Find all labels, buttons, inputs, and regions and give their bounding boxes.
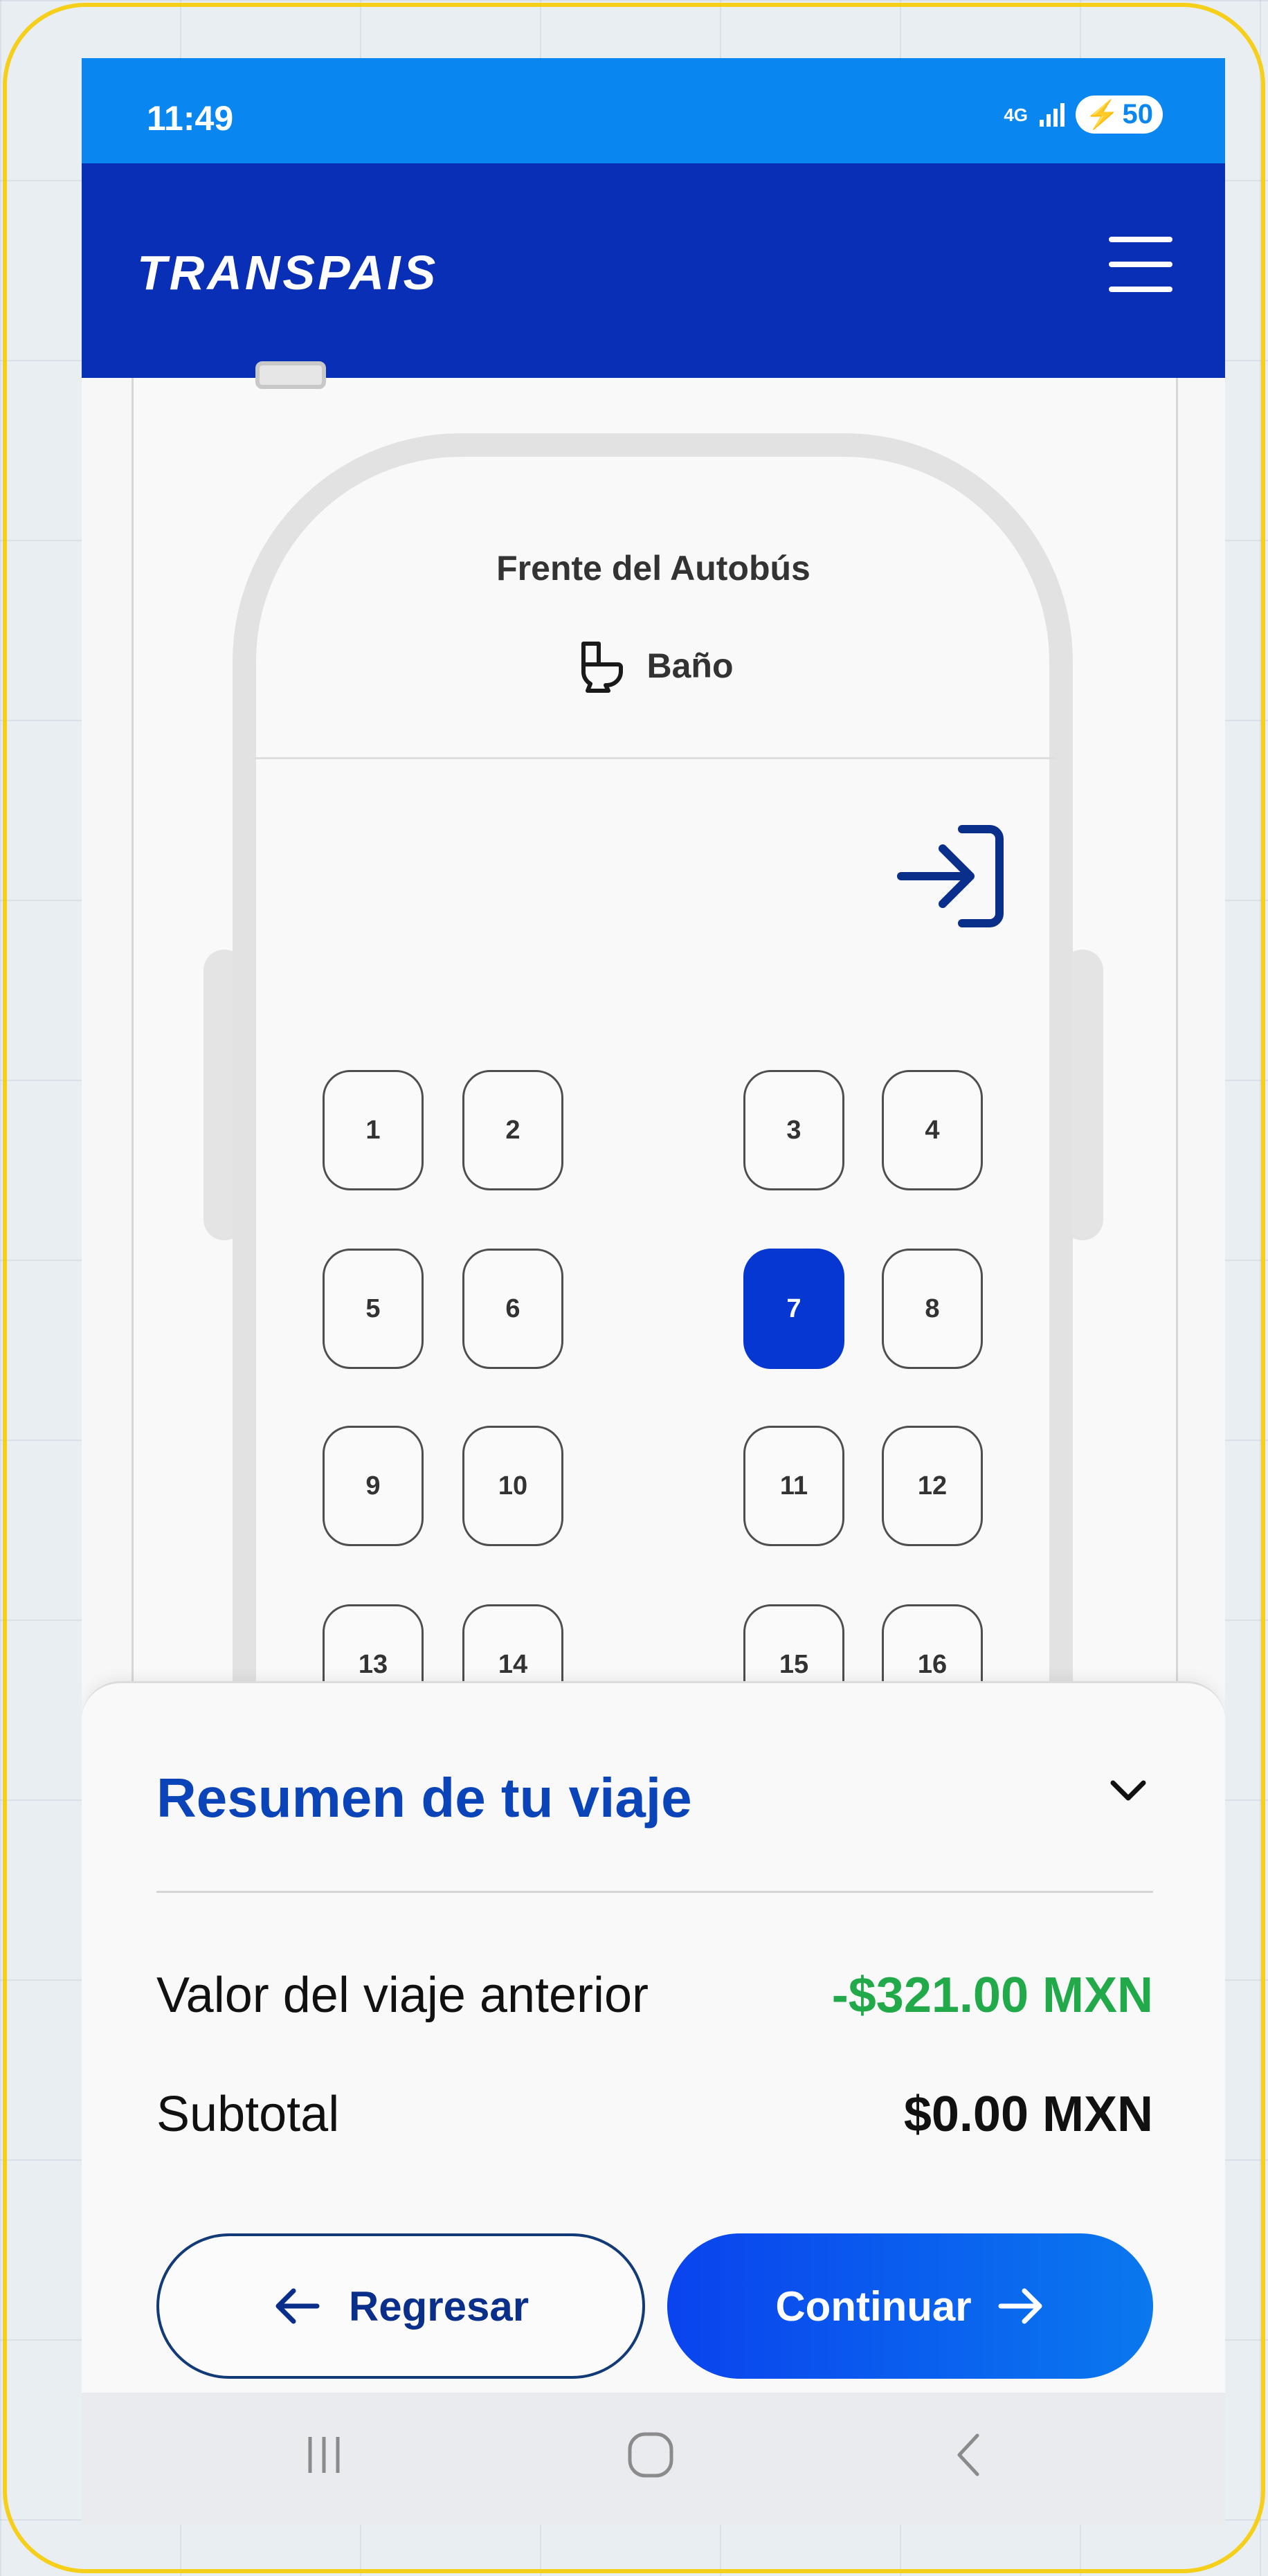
phone-screen: 11:49 4G ⚡ 50 TRANSPAIS Frente del Autob…	[82, 58, 1225, 2525]
seat-5[interactable]: 5	[323, 1249, 424, 1369]
seat-2[interactable]: 2	[462, 1070, 563, 1190]
recent-apps-button[interactable]	[303, 2427, 345, 2486]
network-label: 4G	[1004, 104, 1029, 125]
arrow-left-icon	[275, 2288, 320, 2324]
subtotal-label: Subtotal	[156, 2087, 340, 2142]
hamburger-menu-icon	[1109, 237, 1172, 242]
bathroom-indicator: Baño	[82, 638, 1225, 693]
seat-1[interactable]: 1	[323, 1070, 424, 1190]
bathroom-label: Baño	[646, 646, 734, 685]
home-icon	[628, 2432, 673, 2478]
transpais-logo[interactable]: TRANSPAIS	[137, 245, 438, 300]
seat-6[interactable]: 6	[462, 1249, 563, 1369]
seat-12[interactable]: 12	[882, 1426, 983, 1546]
door-entrance-icon	[893, 821, 1011, 935]
summary-divider	[156, 1891, 1153, 1893]
battery-level: 50	[1122, 99, 1154, 129]
battery-indicator: ⚡ 50	[1075, 96, 1163, 134]
recent-apps-icon	[308, 2437, 340, 2473]
bus-front-label: Frente del Autobús	[496, 549, 810, 588]
back-chevron-icon	[957, 2433, 979, 2476]
arrow-right-icon	[998, 2288, 1042, 2324]
status-icons: 4G ⚡ 50	[1004, 96, 1163, 134]
trip-summary-panel: Resumen de tu viaje Valor del viaje ante…	[82, 1681, 1225, 2393]
subtotal-row: Subtotal $0.00 MXN	[156, 2086, 1153, 2143]
collapse-toggle[interactable]	[1107, 1777, 1149, 1808]
app-header: TRANSPAIS	[82, 163, 1225, 378]
partial-checkbox	[255, 361, 326, 389]
back-button[interactable]: Regresar	[156, 2233, 645, 2379]
seat-8[interactable]: 8	[882, 1249, 983, 1369]
status-time: 11:49	[147, 99, 234, 138]
previous-trip-label: Valor del viaje anterior	[156, 1968, 649, 2023]
previous-trip-row: Valor del viaje anterior -$321.00 MXN	[156, 1967, 1153, 2024]
previous-trip-value: -$321.00 MXN	[831, 1968, 1153, 2023]
continue-button[interactable]: Continuar	[667, 2233, 1153, 2379]
seat-11[interactable]: 11	[743, 1426, 844, 1546]
subtotal-value: $0.00 MXN	[903, 2087, 1153, 2142]
back-button-label: Regresar	[348, 2283, 529, 2330]
signal-icon	[1039, 102, 1065, 127]
seat-7[interactable]: 7	[743, 1249, 844, 1369]
seat-9[interactable]: 9	[323, 1426, 424, 1546]
chevron-down-icon	[1110, 1780, 1146, 1801]
back-nav-button[interactable]	[948, 2427, 990, 2486]
system-navigation-bar	[82, 2393, 1225, 2525]
bus-divider	[253, 757, 1056, 759]
summary-title: Resumen de tu viaje	[156, 1767, 692, 1829]
seat-10[interactable]: 10	[462, 1426, 563, 1546]
seat-map-area: Frente del Autobús Baño 1 2 3 4 5 6 7 8 …	[82, 361, 1225, 1817]
status-bar: 11:49 4G ⚡ 50	[82, 58, 1225, 163]
seat-4[interactable]: 4	[882, 1070, 983, 1190]
charging-bolt-icon: ⚡	[1085, 100, 1120, 130]
seat-3[interactable]: 3	[743, 1070, 844, 1190]
toilet-icon	[581, 642, 623, 693]
home-button[interactable]	[623, 2427, 678, 2486]
continue-button-label: Continuar	[775, 2283, 972, 2330]
menu-button[interactable]	[1109, 237, 1172, 292]
